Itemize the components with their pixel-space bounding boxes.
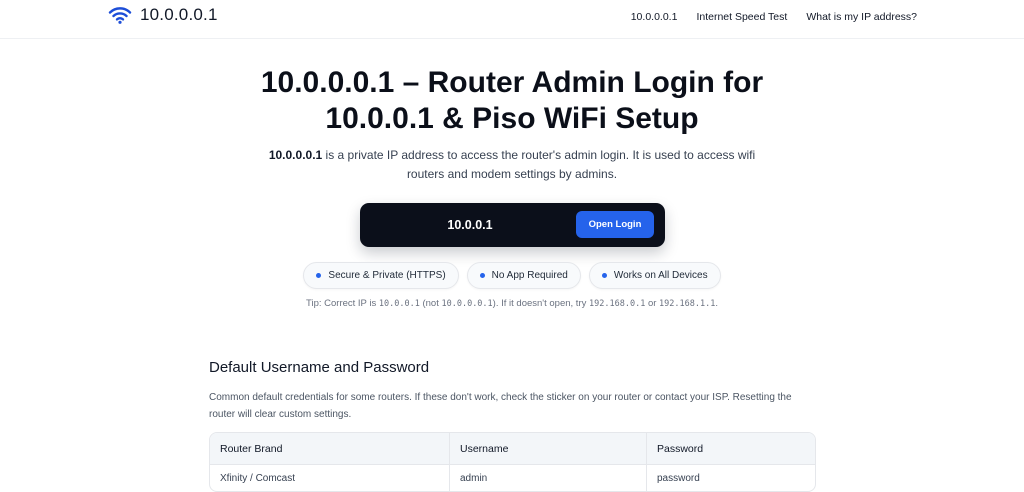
column-header-brand: Router Brand	[210, 433, 450, 464]
badge-secure: Secure & Private (HTTPS)	[303, 262, 459, 289]
ip-address-input[interactable]	[370, 212, 570, 238]
brand-name: 10.0.0.0.1	[140, 5, 218, 24]
ip-tip: Tip: Correct IP is 10.0.0.1 (not 10.0.0.…	[0, 298, 1024, 309]
badge-label: Secure & Private (HTTPS)	[328, 270, 446, 281]
tip-prefix: Tip: Correct IP is	[306, 298, 379, 309]
tip-mid: ). If it doesn't open, try	[492, 298, 590, 309]
badge-all-devices: Works on All Devices	[588, 262, 721, 289]
tip-alt-ip-1: 192.168.0.1	[589, 299, 646, 309]
wifi-icon	[108, 5, 132, 25]
tip-not: (not	[419, 298, 442, 309]
tip-wrong-ip: 10.0.0.0.1	[441, 299, 493, 309]
feature-badges: Secure & Private (HTTPS) No App Required…	[0, 262, 1024, 289]
desc-bold-ip: 10.0.0.0.1	[268, 148, 323, 162]
cell-username: admin	[450, 465, 647, 491]
table-row: Xfinity / Comcast admin password	[210, 465, 815, 491]
main-nav: 10.0.0.0.1 Internet Speed Test What is m…	[631, 11, 917, 23]
cell-password: password	[657, 473, 700, 484]
credentials-heading: Default Username and Password	[209, 359, 430, 376]
tip-or: or	[645, 298, 660, 309]
tip-alt-ip-2: 192.168.1.1	[659, 299, 716, 309]
nav-link-ip-address[interactable]: What is my IP address?	[806, 11, 917, 23]
table-header: Router Brand Username Password	[210, 433, 815, 465]
desc-text: is a private IP address to access the ro…	[322, 148, 756, 181]
hero-description: 10.0.0.0.1 is a private IP address to ac…	[262, 146, 762, 184]
brand-link[interactable]: 10.0.0.0.1	[108, 5, 218, 25]
dot-icon	[479, 273, 485, 278]
login-bar: Open Login	[360, 203, 665, 247]
dot-icon	[316, 273, 322, 278]
column-header-password: Password	[657, 443, 704, 455]
page-title: 10.0.0.0.1 – Router Admin Login for 10.0…	[0, 65, 1024, 137]
cell-brand: Xfinity / Comcast	[210, 465, 450, 491]
top-navbar: 10.0.0.0.1 10.0.0.0.1 Internet Speed Tes…	[0, 0, 1024, 39]
dot-icon	[601, 273, 607, 278]
badge-label: Works on All Devices	[613, 270, 708, 281]
credentials-description: Common default credentials for some rout…	[209, 392, 792, 420]
badge-label: No App Required	[491, 270, 568, 281]
tip-suffix: .	[715, 298, 718, 309]
badge-no-app: No App Required	[466, 262, 581, 289]
title-line-1: 10.0.0.0.1 – Router Admin Login for	[260, 66, 764, 99]
credentials-table: Router Brand Username Password Xfinity /…	[209, 432, 816, 492]
title-line-2: 10.0.0.1 & Piso WiFi Setup	[325, 102, 699, 135]
column-header-username: Username	[450, 433, 647, 464]
nav-link-speed-test[interactable]: Internet Speed Test	[696, 11, 787, 23]
tip-correct-ip: 10.0.0.1	[378, 299, 420, 309]
nav-link-home[interactable]: 10.0.0.0.1	[631, 11, 678, 23]
open-login-button[interactable]: Open Login	[576, 211, 654, 238]
